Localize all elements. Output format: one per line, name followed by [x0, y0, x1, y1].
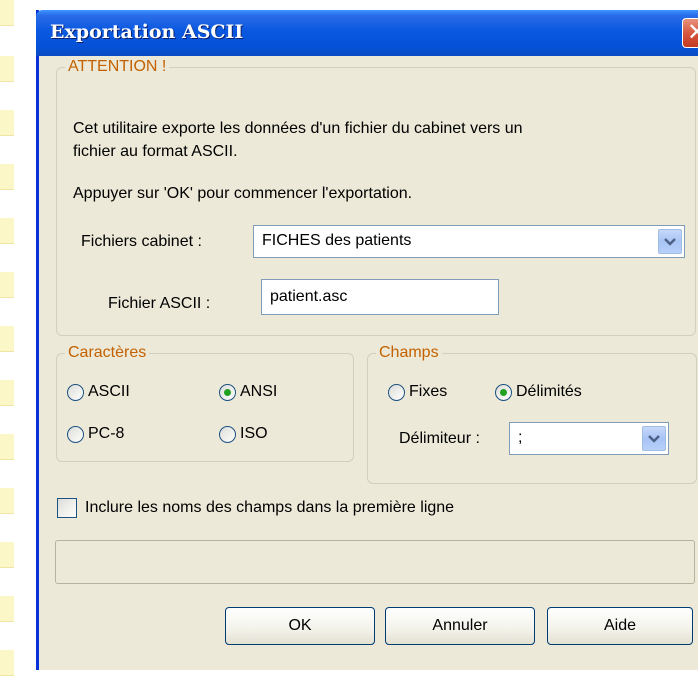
- radio-pc8-circle[interactable]: [67, 425, 84, 443]
- include-header-label: Inclure les noms des champs dans la prem…: [85, 499, 455, 516]
- fichier-ascii-input[interactable]: patient.asc: [261, 279, 499, 315]
- delimiteur-value: ;: [518, 429, 523, 446]
- radio-ascii[interactable]: ASCII: [67, 383, 130, 401]
- progress-area: [55, 540, 695, 584]
- radio-iso-circle[interactable]: [219, 425, 236, 443]
- close-button[interactable]: ✕: [682, 18, 698, 48]
- chevron-down-icon[interactable]: [642, 426, 666, 451]
- radio-iso[interactable]: ISO: [219, 425, 268, 443]
- chevron-down-icon[interactable]: [658, 229, 682, 254]
- radio-ansi-label: ANSI: [240, 383, 278, 400]
- fichiers-cabinet-value: FICHES des patients: [262, 232, 412, 249]
- help-button[interactable]: Aide: [547, 607, 693, 645]
- fichiers-cabinet-select[interactable]: FICHES des patients: [253, 225, 685, 258]
- attention-text-line1: Cet utilitaire exporte les données d'un …: [73, 120, 523, 137]
- radio-delimites-circle[interactable]: [495, 383, 512, 401]
- delimiteur-label: Délimiteur :: [399, 430, 480, 447]
- window-title: Exportation ASCII: [50, 21, 244, 43]
- caracteres-legend: Caractères: [68, 344, 147, 361]
- fichiers-cabinet-label: Fichiers cabinet :: [81, 233, 202, 250]
- attention-text-line3: Appuyer sur 'OK' pour commencer l'export…: [73, 185, 413, 202]
- cancel-button[interactable]: Annuler: [385, 607, 535, 645]
- radio-delimites-label: Délimités: [516, 383, 582, 400]
- radio-ascii-label: ASCII: [88, 383, 130, 400]
- title-bar[interactable]: Exportation ASCII ✕: [36, 10, 698, 56]
- champs-group: Champs: [367, 344, 697, 484]
- champs-legend: Champs: [379, 344, 439, 361]
- export-dialog: Exportation ASCII ✕ ATTENTION ! Cet util…: [36, 10, 698, 670]
- radio-fixes-label: Fixes: [409, 383, 448, 400]
- radio-ansi[interactable]: ANSI: [219, 383, 277, 401]
- radio-iso-label: ISO: [240, 425, 268, 442]
- radio-pc8[interactable]: PC-8: [67, 425, 124, 443]
- radio-pc8-label: PC-8: [88, 425, 125, 442]
- radio-delimites[interactable]: Délimités: [495, 383, 582, 401]
- checkbox-box[interactable]: [57, 498, 77, 518]
- caracteres-group: Caractères: [56, 344, 354, 462]
- radio-ascii-circle[interactable]: [67, 383, 84, 401]
- fichier-ascii-value: patient.asc: [270, 288, 348, 305]
- fichier-ascii-label: Fichier ASCII :: [108, 295, 211, 312]
- radio-fixes-circle[interactable]: [388, 383, 405, 401]
- include-header-checkbox[interactable]: Inclure les noms des champs dans la prem…: [57, 498, 454, 518]
- background-window: [0, 0, 40, 676]
- radio-ansi-circle[interactable]: [219, 383, 236, 401]
- attention-legend: ATTENTION !: [68, 58, 167, 75]
- radio-fixes[interactable]: Fixes: [388, 383, 447, 401]
- close-icon: ✕: [686, 18, 698, 46]
- attention-text-line2: fichier au format ASCII.: [73, 143, 238, 160]
- ok-button[interactable]: OK: [225, 607, 375, 645]
- delimiteur-select[interactable]: ;: [509, 422, 669, 455]
